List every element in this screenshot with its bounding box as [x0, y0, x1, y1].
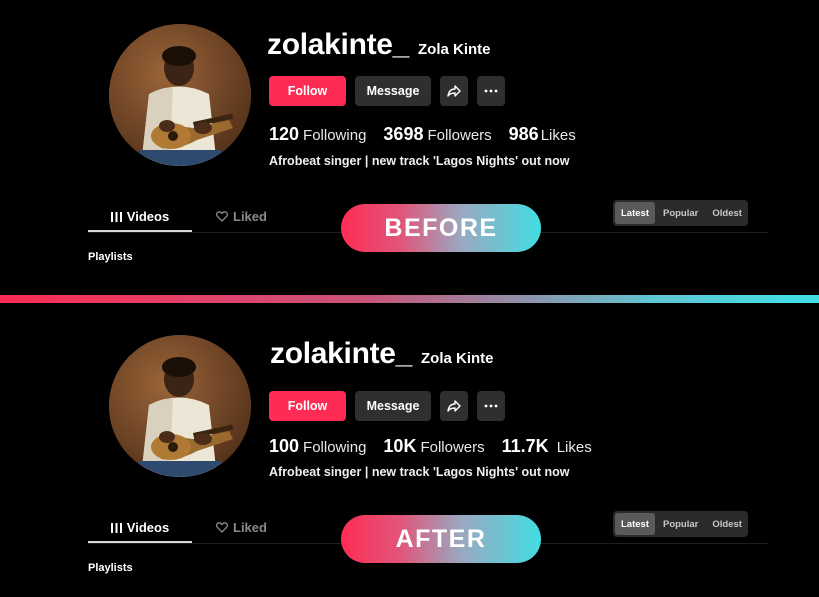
after-panel: zolakinte_ Zola Kinte Follow Message 100… — [0, 304, 819, 597]
share-button[interactable] — [440, 76, 468, 106]
heart-outline-icon — [216, 211, 228, 222]
followers-label: Followers — [420, 439, 485, 456]
message-button[interactable]: Message — [355, 391, 431, 421]
after-label: AFTER — [341, 515, 541, 563]
username: zolakinte_ — [270, 337, 413, 370]
more-button[interactable] — [477, 76, 505, 106]
grid-bars-icon — [110, 522, 122, 533]
following-label: Following — [303, 127, 367, 144]
share-arrow-icon — [447, 400, 461, 412]
before-panel: zolakinte_ Zola Kinte Follow Message 120… — [0, 0, 819, 293]
tab-liked-label: Liked — [233, 209, 267, 224]
tab-videos-label: Videos — [126, 209, 170, 224]
more-dots-icon — [484, 89, 498, 93]
heart-outline-icon — [216, 522, 228, 533]
display-name: Zola Kinte — [421, 350, 494, 367]
playlists-link[interactable]: Playlists — [88, 562, 133, 574]
tab-videos-label: Videos — [126, 520, 170, 535]
tab-liked-label: Liked — [233, 520, 267, 535]
sort-toggle: Latest Popular Oldest — [613, 511, 748, 537]
grid-bars-icon — [110, 211, 122, 222]
followers-count[interactable]: 3698 — [383, 124, 423, 145]
sort-oldest[interactable]: Oldest — [706, 202, 748, 224]
message-button[interactable]: Message — [355, 76, 431, 106]
sort-toggle: Latest Popular Oldest — [613, 200, 748, 226]
sort-popular[interactable]: Popular — [657, 513, 704, 535]
share-arrow-icon — [447, 85, 461, 97]
followers-count[interactable]: 10K — [383, 436, 416, 457]
following-count[interactable]: 100 — [269, 436, 299, 457]
playlists-link[interactable]: Playlists — [88, 251, 133, 263]
share-button[interactable] — [440, 391, 468, 421]
follow-button[interactable]: Follow — [269, 76, 346, 106]
gradient-divider-bar — [0, 295, 819, 303]
more-dots-icon — [484, 404, 498, 408]
sort-latest[interactable]: Latest — [615, 202, 655, 224]
panel-divider — [0, 293, 819, 304]
follow-button[interactable]: Follow — [269, 391, 346, 421]
avatar[interactable] — [109, 335, 251, 477]
sort-oldest[interactable]: Oldest — [706, 513, 748, 535]
more-button[interactable] — [477, 391, 505, 421]
profile-stats: 100 Following 10K Followers 11.7K Likes — [269, 436, 609, 457]
likes-count: 986 — [508, 124, 539, 144]
sort-latest[interactable]: Latest — [615, 513, 655, 535]
username: zolakinte_ — [267, 28, 410, 61]
profile-stats: 120 Following 3698 Followers 986 Likes — [269, 124, 593, 145]
avatar-photo — [109, 335, 251, 477]
tab-videos[interactable]: Videos — [88, 209, 192, 232]
likes-label: Likes — [540, 127, 576, 144]
before-label: BEFORE — [341, 204, 541, 252]
likes-label: Likes — [556, 439, 592, 456]
avatar[interactable] — [109, 24, 251, 166]
display-name: Zola Kinte — [418, 41, 491, 58]
bio: Afrobeat singer | new track 'Lagos Night… — [269, 154, 570, 168]
tab-liked[interactable]: Liked — [216, 209, 267, 224]
bio: Afrobeat singer | new track 'Lagos Night… — [269, 465, 570, 479]
following-count[interactable]: 120 — [269, 124, 299, 145]
following-label: Following — [303, 439, 367, 456]
sort-popular[interactable]: Popular — [657, 202, 704, 224]
tab-videos[interactable]: Videos — [88, 520, 192, 543]
tab-liked[interactable]: Liked — [216, 520, 267, 535]
followers-label: Followers — [427, 127, 492, 144]
likes-count: 11.7K — [501, 436, 549, 456]
avatar-photo — [109, 24, 251, 166]
